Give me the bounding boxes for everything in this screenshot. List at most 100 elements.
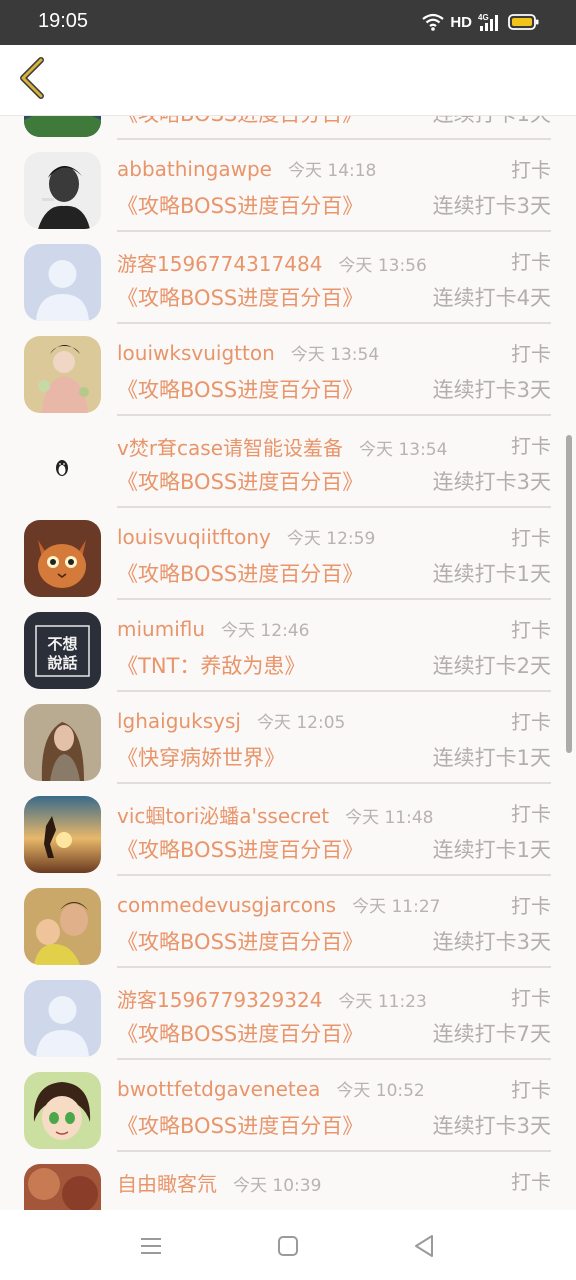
checkin-row[interactable]: 自由瞰客氘 今天 10:39 打卡 [0, 1154, 576, 1210]
chevron-left-icon [17, 57, 47, 103]
user-name[interactable]: miumiflu 今天 12:46 [117, 616, 309, 641]
wifi-icon [422, 13, 445, 31]
checkin-time: 今天 10:52 [336, 1081, 425, 1101]
user-name[interactable]: 游客1596779329324 今天 11:23 [117, 984, 427, 1013]
streak-days: 连续打卡1天 [432, 562, 551, 586]
book-title[interactable]: 《TNT：养敌为患》 [117, 650, 305, 680]
book-title[interactable]: 《攻略BOSS进度百分百》 [117, 374, 363, 404]
avatar[interactable] [24, 244, 101, 321]
row-divider [117, 966, 551, 968]
checkin-label: 打卡 [511, 710, 551, 734]
top-nav-bar [0, 45, 576, 116]
avatar[interactable] [24, 152, 101, 229]
row-divider [117, 322, 551, 324]
svg-text:不想: 不想 [47, 635, 77, 653]
checkin-row[interactable]: 《攻略BOSS进度百分百》 连续打卡1天 [0, 116, 576, 142]
user-name-text: 自由瞰客氘 [117, 1172, 217, 1196]
streak-days: 连续打卡3天 [432, 378, 551, 402]
checkin-time: 今天 13:54 [290, 345, 380, 365]
avatar[interactable] [24, 336, 101, 413]
avatar[interactable] [24, 428, 101, 505]
user-name-text: louisvuqiitftony [117, 525, 271, 549]
checkin-row[interactable]: 游客1596774317484 今天 13:56 打卡 《攻略BOSS进度百分百》 连续… [0, 234, 576, 326]
checkin-row[interactable]: bwottfetdgavenetea 今天 10:52 打卡 《攻略BOSS进度百分百… [0, 1062, 576, 1154]
checkin-row[interactable]: 游客1596779329324 今天 11:23 打卡 《攻略BOSS进度百分百》 连续… [0, 970, 576, 1062]
book-title[interactable]: 《攻略BOSS进度百分百》 [117, 466, 363, 496]
user-name-text: louiwksvuigtton [117, 341, 275, 365]
checkin-label: 打卡 [511, 618, 551, 642]
checkin-label: 打卡 [511, 894, 551, 918]
user-name[interactable]: commedevusgjarcons 今天 11:27 [117, 892, 440, 917]
checkin-time: 今天 12:05 [256, 713, 346, 733]
checkin-label: 打卡 [511, 342, 551, 366]
book-title[interactable]: 《攻略BOSS进度百分百》 [117, 1110, 363, 1140]
user-name[interactable]: louisvuqiitftony 今天 12:59 [117, 524, 375, 549]
checkin-row[interactable]: louisvuqiitftony 今天 12:59 打卡 《攻略BOSS进度百分百》 连… [0, 510, 576, 602]
back-triangle-icon[interactable] [410, 1232, 438, 1260]
user-name[interactable]: abbathingawpe 今天 14:18 [117, 156, 376, 181]
user-name-text: commedevusgjarcons [117, 893, 337, 917]
user-name-text: vic蝈tori泌蟠a'ssecret [117, 804, 330, 828]
checkin-row[interactable]: lghaiguksysj 今天 12:05 打卡 《快穿病娇世界》 连续打卡1天 [0, 694, 576, 786]
user-name-text: lghaiguksysj [117, 709, 241, 733]
svg-text:4G: 4G [478, 13, 489, 22]
home-square-icon[interactable] [274, 1232, 302, 1260]
book-title[interactable]: 《快穿病娇世界》 [117, 742, 285, 772]
user-name[interactable]: vic蝈tori泌蟠a'ssecret 今天 11:48 [117, 800, 433, 829]
checkin-time: 今天 13:54 [359, 440, 448, 460]
status-bar: 19:05 HD 4G [0, 0, 576, 45]
avatar[interactable] [24, 980, 101, 1057]
checkin-list[interactable]: 《攻略BOSS进度百分百》连续打卡1天abbathingawpe今天 14:18… [0, 116, 576, 1210]
user-name[interactable]: 游客1596774317484 今天 13:56 [117, 248, 427, 277]
back-button[interactable] [10, 55, 54, 105]
avatar[interactable] [24, 1072, 101, 1149]
checkin-row[interactable]: louiwksvuigtton 今天 13:54 打卡《攻略BOSS进度百分百》 连续… [0, 326, 576, 418]
menu-icon[interactable] [137, 1232, 165, 1260]
book-title[interactable]: 《攻略BOSS进度百分百》 [117, 190, 363, 220]
system-nav-bar [0, 1210, 576, 1280]
avatar[interactable] [24, 888, 101, 965]
streak-days: 连续打卡2天 [432, 654, 551, 678]
row-divider [117, 598, 551, 600]
checkin-row[interactable]: vic蝈tori泌蟠a'ssecret 今天 11:48 打卡 《攻略BOSS进度百分… [0, 786, 576, 878]
book-title[interactable]: 《攻略BOSS进度百分百》 [117, 558, 363, 588]
streak-days: 连续打卡3天 [432, 194, 551, 218]
checkin-label: 打卡 [511, 158, 551, 182]
scrollbar[interactable] [566, 435, 572, 753]
checkin-label: 打卡 [511, 434, 551, 458]
checkin-time: 今天 12:46 [221, 621, 310, 641]
user-name[interactable]: lghaiguksysj 今天 12:05 [117, 708, 345, 733]
checkin-row[interactable]: commedevusgjarcons 今天 11:27 打卡《攻略BOSS进度百分百… [0, 878, 576, 970]
row-divider [117, 230, 551, 232]
checkin-row[interactable]: v焚r耷case请智能设羞备 今天 13:54 打卡 《攻略BOSS进度百分百》 连续打… [0, 418, 576, 510]
checkin-time: 今天 11:27 [352, 897, 441, 917]
signal-icon: 4G [478, 12, 502, 32]
avatar[interactable] [24, 704, 101, 781]
user-name-text: v焚r耷case请智能设羞备 [117, 436, 344, 460]
user-name-text: abbathingawpe [117, 157, 272, 181]
checkin-row[interactable]: abbathingawpe 今天 14:18 打卡《攻略BOSS进度百分百》 连续打卡… [0, 142, 576, 234]
checkin-time: 今天 11:48 [345, 808, 434, 828]
row-divider [117, 1150, 551, 1152]
checkin-time: 今天 14:18 [287, 161, 377, 181]
user-name[interactable]: 自由瞰客氘 今天 10:39 [117, 1168, 321, 1197]
checkin-time: 今天 11:23 [338, 992, 427, 1012]
avatar[interactable] [24, 520, 101, 597]
book-title[interactable]: 《攻略BOSS进度百分百》 [117, 1018, 363, 1048]
avatar[interactable]: 不想 說話 [24, 612, 101, 689]
book-title[interactable]: 《攻略BOSS进度百分百》 [117, 282, 363, 312]
book-title[interactable]: 《攻略BOSS进度百分百》 [117, 926, 363, 956]
row-divider [117, 782, 551, 784]
streak-days: 连续打卡1天 [432, 838, 551, 862]
checkin-row[interactable]: 不想 說話 miumiflu 今天 12:46 打卡《TNT：养敌为患》 连续打卡2天 [0, 602, 576, 694]
book-title[interactable]: 《攻略BOSS进度百分百》 [117, 116, 363, 128]
avatar[interactable] [24, 1164, 101, 1210]
book-title[interactable]: 《攻略BOSS进度百分百》 [117, 834, 363, 864]
user-name[interactable]: louiwksvuigtton 今天 13:54 [117, 340, 379, 365]
row-divider [117, 690, 551, 692]
user-name[interactable]: bwottfetdgavenetea 今天 10:52 [117, 1076, 425, 1101]
avatar[interactable] [24, 116, 101, 137]
avatar[interactable] [24, 796, 101, 873]
user-name-text: miumiflu [117, 617, 206, 641]
user-name[interactable]: v焚r耷case请智能设羞备 今天 13:54 [117, 432, 447, 461]
